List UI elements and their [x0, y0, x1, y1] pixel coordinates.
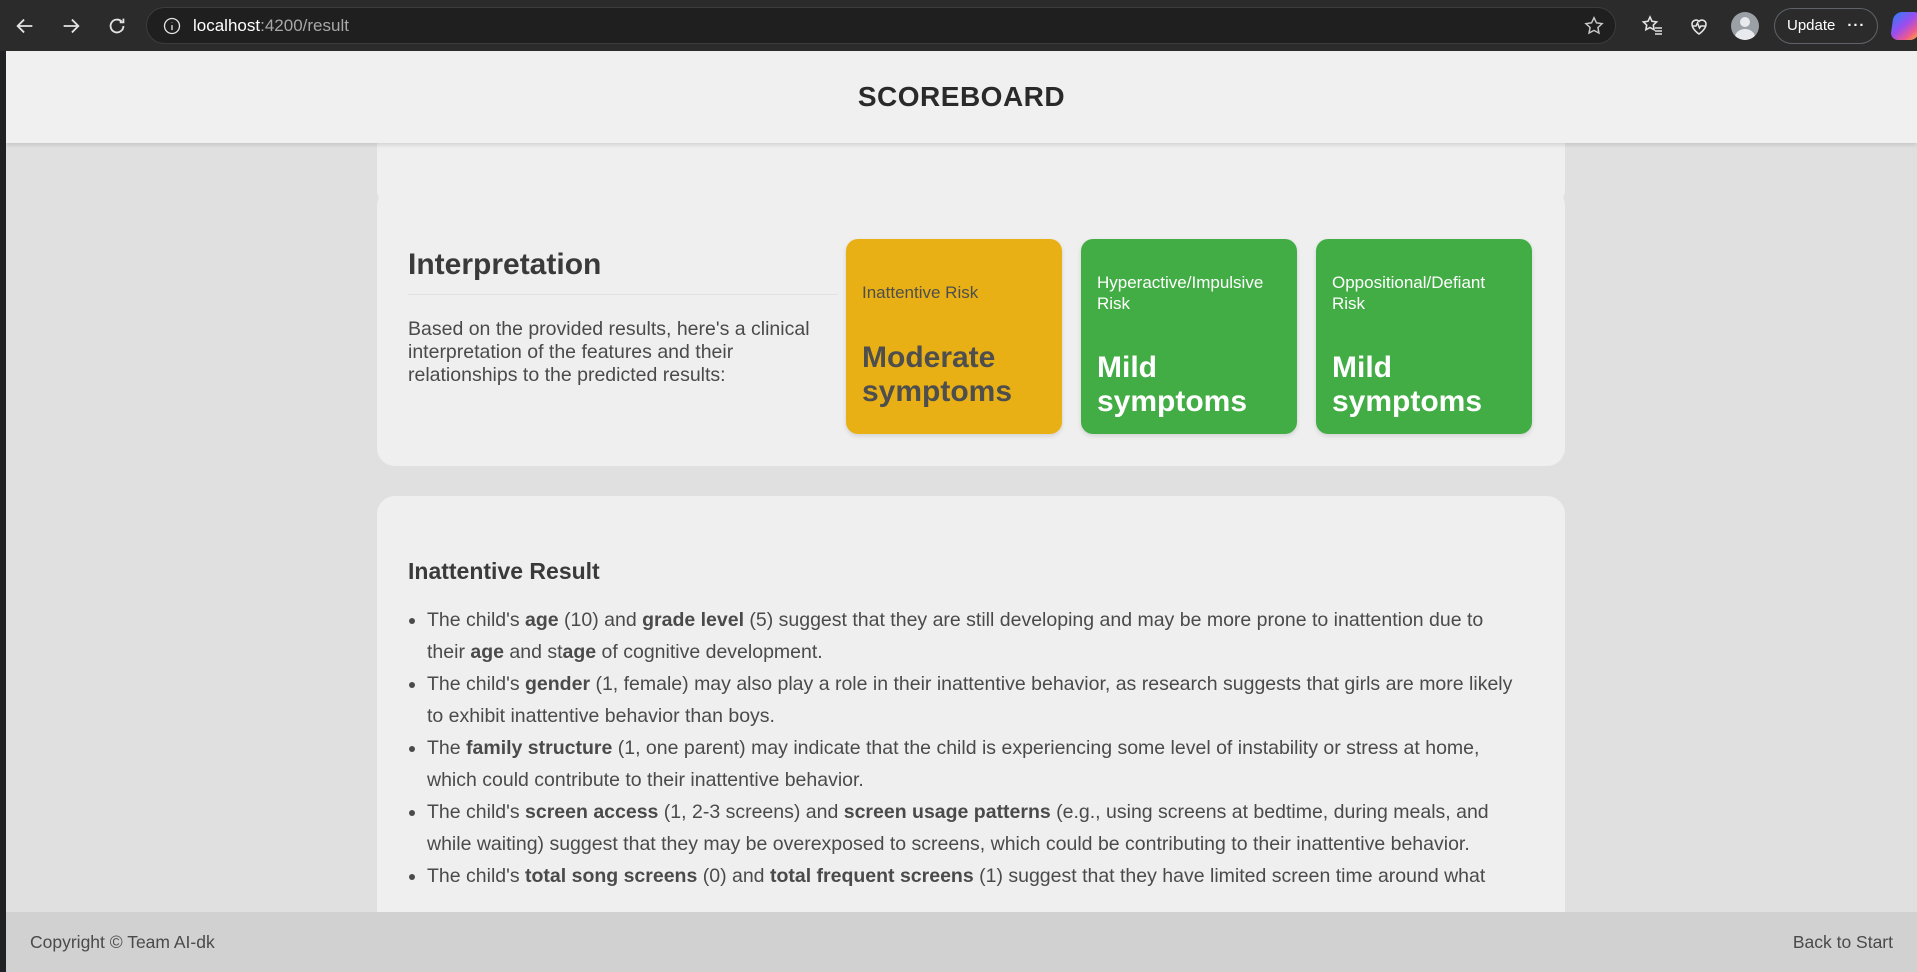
favorite-star-icon[interactable] [1583, 15, 1605, 37]
text-segment: The child's [427, 801, 526, 823]
list-item: The family structure (1, one parent) may… [427, 732, 1517, 796]
profile-avatar[interactable] [1722, 0, 1768, 51]
browser-tools: Update ··· [1630, 0, 1917, 51]
result-title: Inattentive Result [408, 558, 600, 584]
list-item: The child's total song screens (0) and t… [427, 860, 1517, 892]
back-icon[interactable] [2, 0, 48, 51]
browser-toolbar: localhost:4200/result Update ··· [0, 0, 1917, 51]
site-info-icon[interactable] [161, 15, 183, 37]
list-item: The child's age (10) and grade level (5)… [427, 604, 1517, 668]
text-segment: (1) suggest that they have limited scree… [973, 865, 1486, 887]
copilot-icon[interactable] [1890, 11, 1917, 40]
list-item: The child's screen access (1, 2-3 screen… [427, 796, 1517, 860]
address-bar[interactable]: localhost:4200/result [146, 7, 1616, 44]
update-button[interactable]: Update ··· [1774, 7, 1879, 44]
divider [408, 294, 838, 295]
bold-term: age [525, 609, 559, 631]
text-segment: The [427, 737, 467, 759]
page-title: SCOREBOARD [857, 81, 1066, 112]
inattentive-risk-card: Inattentive Risk Moderate symptoms [846, 239, 1062, 434]
health-icon[interactable] [1676, 0, 1722, 51]
inattentive-result-card: Inattentive Result The child's age (10) … [377, 496, 1565, 972]
bold-term: screen access [525, 801, 659, 823]
bold-term: age [470, 641, 504, 663]
text-segment: (10) and [558, 609, 643, 631]
avatar-icon [1731, 11, 1759, 40]
text-segment: The child's [427, 609, 526, 631]
bold-term: total song screens [525, 865, 698, 887]
bold-term: family structure [466, 737, 613, 759]
result-list: The child's age (10) and grade level (5)… [427, 604, 1517, 892]
hyperactive-risk-card: Hyperactive/Impulsive Risk Mild symptoms [1081, 239, 1297, 434]
favorites-icon[interactable] [1630, 0, 1676, 51]
app-header: SCOREBOARD [6, 51, 1917, 143]
forward-icon[interactable] [48, 0, 94, 51]
text-segment: The child's [427, 865, 526, 887]
interpretation-title: Interpretation [408, 248, 602, 281]
text-segment: and st [503, 641, 563, 663]
footer: Copyright © Team AI-dk Back to Start [6, 912, 1917, 972]
update-label: Update [1787, 17, 1836, 34]
risk-label: Oppositional/Defiant Risk [1332, 273, 1486, 313]
url-path: :4200/result [260, 15, 349, 35]
oppositional-risk-card: Oppositional/Defiant Risk Mild symptoms [1316, 239, 1532, 434]
bold-term: grade level [642, 609, 744, 631]
risk-label: Hyperactive/Impulsive Risk [1097, 273, 1264, 313]
url-host: localhost [193, 15, 261, 35]
bold-term: gender [525, 673, 591, 695]
risk-label: Inattentive Risk [862, 283, 979, 302]
back-to-start-link[interactable]: Back to Start [1793, 932, 1893, 953]
bold-term: age [562, 641, 597, 663]
risk-value: Moderate symptoms [862, 341, 1013, 408]
text-segment: (1, 2-3 screens) and [658, 801, 844, 823]
reload-icon[interactable] [94, 0, 140, 51]
interpretation-card: Interpretation Based on the provided res… [377, 188, 1565, 466]
text-segment: (0) and [697, 865, 770, 887]
text-segment: of cognitive development. [596, 641, 823, 663]
text-segment: The child's [427, 673, 526, 695]
more-menu-icon[interactable]: ··· [1847, 17, 1865, 34]
copyright-text: Copyright © Team AI-dk [30, 931, 215, 952]
list-item: The child's gender (1, female) may also … [427, 668, 1517, 732]
bold-term: screen usage patterns [843, 801, 1051, 823]
text-segment: (1, female) may also play a role in thei… [427, 673, 1513, 727]
bold-term: total frequent screens [769, 865, 974, 887]
risk-value: Mild symptoms [1097, 351, 1248, 418]
risk-value: Mild symptoms [1332, 351, 1483, 418]
page-viewport: SCOREBOARD Interpretation Based on the p… [6, 51, 1917, 972]
interpretation-text: Based on the provided results, here's a … [408, 318, 810, 386]
